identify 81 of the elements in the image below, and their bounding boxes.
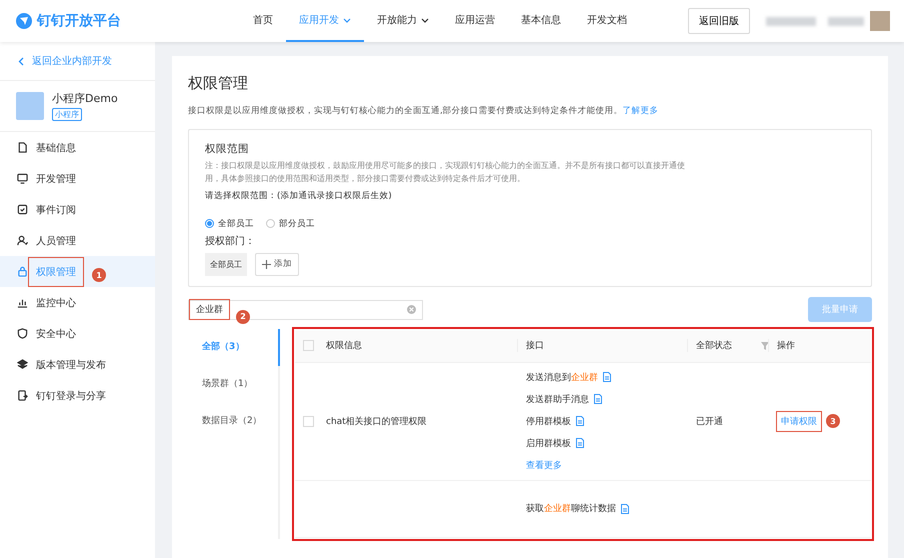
column-header: 接口 (517, 339, 696, 352)
sidebar-item-label: 开发管理 (36, 172, 76, 186)
app-icon (16, 92, 44, 120)
sidebar-item-label: 基础信息 (36, 142, 76, 154)
sidebar-item[interactable]: 基础信息 (0, 132, 155, 163)
status-text: 已开通 (696, 416, 723, 428)
category-tab[interactable]: 数据目录（2） (188, 402, 280, 440)
blurred-username (766, 16, 816, 26)
sidebar-item-label: 监控中心 (36, 296, 76, 310)
chevron-left-icon (18, 56, 24, 66)
step-number-badge: 3 (826, 414, 840, 428)
document-icon[interactable] (603, 372, 611, 382)
document-icon[interactable] (621, 504, 629, 514)
radio-label: 部分员工 (279, 218, 315, 230)
page-title: 权限管理 (188, 74, 249, 93)
layers-icon (17, 359, 28, 370)
interface-name: 发送消息到企业群 (526, 372, 598, 384)
document-icon[interactable] (594, 394, 602, 404)
sidebar-item-label: 人员管理 (36, 234, 76, 248)
radio-option[interactable]: 全部员工 (205, 218, 254, 230)
nav-tab[interactable]: 应用运营 (442, 0, 508, 42)
interface-name: 发送群助手消息 (526, 394, 589, 406)
plus-icon (262, 260, 271, 269)
monitor-icon (17, 173, 28, 184)
lock-icon (17, 266, 28, 277)
nav-tab[interactable]: 开发文档 (574, 0, 640, 42)
checkbox[interactable] (303, 416, 314, 427)
sidebar-item-label: 事件订阅 (36, 204, 76, 216)
department-label: 授权部门： (205, 234, 256, 248)
sidebar-item[interactable]: 安全中心 (0, 318, 155, 349)
sidebar-item-label: 安全中心 (36, 328, 76, 340)
radio-option[interactable]: 部分员工 (266, 218, 315, 230)
checkbox[interactable] (303, 340, 314, 352)
sidebar-item[interactable]: 钉钉登录与分享 (0, 380, 155, 411)
avatar-placeholder (870, 11, 890, 31)
logo-text: 钉钉开放平台 (37, 12, 121, 30)
radio-circle[interactable] (205, 219, 214, 228)
step-number-badge: 2 (236, 310, 250, 324)
clear-icon[interactable] (407, 305, 416, 314)
logo-icon (16, 13, 32, 29)
shield-icon (17, 328, 28, 339)
category-tab[interactable]: 场景群（1） (188, 366, 280, 403)
phone-share-icon (17, 390, 28, 401)
radio-circle[interactable] (266, 219, 275, 228)
sidebar-item[interactable]: 开发管理 (0, 163, 155, 194)
document-icon (17, 142, 28, 153)
app-name: 小程序Demo (52, 91, 118, 106)
nav-tab[interactable]: 开放能力 (364, 0, 442, 42)
person-icon (17, 235, 28, 246)
nav-tab[interactable]: 首页 (240, 0, 286, 42)
nav-tab[interactable]: 基本信息 (508, 0, 574, 42)
column-header: 权限信息 (326, 340, 363, 352)
note-text: 注：接口权限是以应用维度做授权，鼓励应用使用尽可能多的接口，实现跟钉钉核心能力的全面互通。并不是所有接口都可以直接开通使用，具体参照接口的使用范围和适用类型，部分接口需要付费或达到特定条件后才可使用。 (205, 160, 685, 185)
department-tag: 全部员工 (205, 252, 247, 276)
document-icon[interactable] (576, 438, 584, 448)
radio-label: 全部员工 (218, 218, 254, 230)
sidebar-item[interactable]: 版本管理与发布 (0, 349, 155, 380)
sidebar-item[interactable]: 权限管理 1 (0, 256, 155, 287)
sidebar-item-label: 权限管理 (28, 256, 84, 286)
interface-name: 停用群模板 (526, 416, 571, 428)
intro-text: 接口权限是以应用维度做授权，实现与钉钉核心能力的全面互通,部分接口需要付费或达到特定条件才能使用。了解更多 (188, 105, 660, 117)
sidebar-item[interactable]: 人员管理 (0, 225, 155, 256)
table-cell: chat相关接口的管理权限 (326, 416, 427, 427)
sidebar-item-label: 钉钉登录与分享 (36, 390, 106, 402)
sidebar-item-label: 版本管理与发布 (36, 358, 106, 372)
scope-prompt: 请选择权限范围：(添加通讯录接口权限后生效) (205, 190, 393, 202)
section-title: 权限范围 (205, 142, 250, 156)
filter-icon[interactable] (761, 342, 769, 350)
add-button[interactable]: 添加 (255, 252, 299, 276)
interface-name: 启用群模板 (526, 438, 571, 450)
old-version-button[interactable]: 返回旧版 (688, 8, 750, 34)
document-icon[interactable] (576, 416, 584, 426)
column-header: 操作 (768, 339, 871, 352)
sidebar-item[interactable]: 监控中心 (0, 287, 155, 318)
column-header: 全部状态 (687, 339, 777, 352)
interface-name: 获取企业群聊统计数据 (526, 502, 616, 516)
sidebar-item[interactable]: 事件订阅 (0, 194, 155, 225)
blurred-text (828, 16, 864, 26)
app-type-tag: 小程序 (52, 108, 82, 121)
step-number-badge: 1 (92, 268, 106, 282)
bar-chart-icon (17, 297, 28, 308)
